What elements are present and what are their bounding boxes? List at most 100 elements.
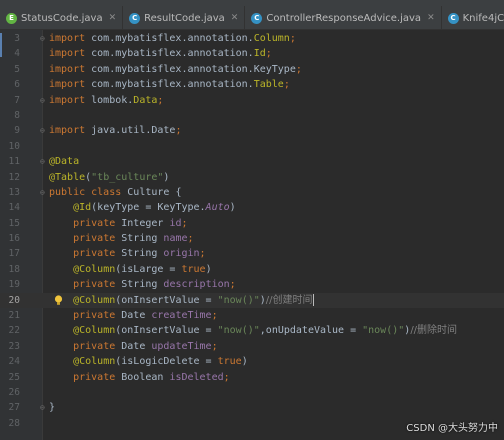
class-icon: C [129,12,141,24]
code-line[interactable]: 14 @Id(keyType = KeyType.Auto) [0,200,504,215]
code-line[interactable]: 12 @Table("tb_culture") [0,170,504,185]
line-number: 5 [14,63,20,75]
code-token: com.mybatisflex.annotation.KeyType [85,63,296,75]
code-text: @Table("tb_culture") [49,170,169,185]
class-icon: C [447,12,459,24]
code-token: //删除时间 [410,325,458,337]
line-number: 11 [8,156,20,168]
line-number: 3 [14,33,20,44]
code-line[interactable]: 7 ⊖ import lombok.Data; [0,93,504,108]
code-line[interactable]: 10 [0,139,504,154]
code-token: ; [229,279,236,291]
code-editor[interactable]: 3 ⊖ import com.mybatisflex.annotation.Colu… [0,31,504,431]
code-token: onUpdateValue = [265,325,363,337]
code-line[interactable]: 11 ⊖ @Data [0,154,504,169]
code-line[interactable]: 21 private Date createTime; [0,308,504,323]
tab-controllerresponseadvice[interactable]: C ControllerResponseAdvice.java ✕ [245,6,442,29]
code-token: ; [199,248,206,260]
code-line[interactable]: 17 private String origin; [0,246,504,261]
code-token: String [121,248,164,260]
code-line[interactable]: 23 private Date updateTime; [0,339,504,354]
close-icon[interactable]: ✕ [109,13,117,23]
line-number: 7 [14,94,20,106]
code-token: private [73,233,122,245]
code-line[interactable]: 4 import com.mybatisflex.annotation.Id; [0,46,504,61]
fold-icon[interactable]: ⊖ [40,31,45,46]
code-token: ; [211,310,218,322]
code-text: public class Culture { [49,185,181,200]
close-icon[interactable]: ✕ [231,13,239,23]
code-token: ; [181,217,188,229]
fold-icon[interactable]: ⊖ [40,400,45,415]
code-token: ) [205,263,212,275]
code-text: private String name; [49,231,193,246]
code-token: "tb_culture" [91,171,164,183]
tab-resultcode[interactable]: C ResultCode.java ✕ [123,6,246,29]
code-line[interactable]: 15 private Integer id; [0,216,504,231]
code-token: java.util.Date [85,125,176,137]
code-line[interactable]: 16 private String name; [0,231,504,246]
code-text: @Id(keyType = KeyType.Auto) [49,200,236,215]
code-line[interactable]: 3 ⊖ import com.mybatisflex.annotation.Colu… [0,31,504,46]
code-token: com.mybatisflex.annotation. [85,48,254,60]
code-text: @Column(isLarge = true) [49,262,212,277]
code-token: com.mybatisflex.annotation. [85,79,254,91]
line-number: 28 [8,417,20,429]
code-token: @Table [49,171,86,183]
code-token: true [217,356,242,368]
code-token: "now()" [217,325,260,337]
code-text: import com.mybatisflex.annotation.Column… [49,31,296,46]
fold-icon[interactable]: ⊖ [40,185,45,200]
line-number: 24 [8,356,20,368]
code-line[interactable]: 24 @Column(isLogicDelete = true) [0,354,504,369]
line-number: 20 [8,294,20,306]
code-token: id [169,217,182,229]
code-token: (isLarge = [115,263,182,275]
code-token: //创建时间 [265,294,313,306]
code-line[interactable]: 22 @Column(onInsertValue = "now()",onUpd… [0,323,504,338]
code-token: private [73,279,122,291]
code-line[interactable]: 18 @Column(isLarge = true) [0,262,504,277]
tab-label: StatusCode.java [21,12,103,24]
code-token: ; [295,63,302,75]
tab-statuscode[interactable]: E StatusCode.java ✕ [0,6,124,29]
fold-icon[interactable]: ⊖ [40,93,45,108]
code-line[interactable]: 8 [0,108,504,123]
tab-knife4jconfig[interactable]: C Knife4jConfig.java ✕ [442,6,504,29]
code-line[interactable]: 9 ⊖ import java.util.Date; [0,123,504,138]
code-token: lombok. [85,94,134,106]
fold-icon[interactable]: ⊖ [40,154,45,169]
code-line[interactable]: 19 private String description; [0,277,504,292]
code-token: Date [121,340,152,352]
code-token: import [49,63,86,75]
code-line[interactable]: 20 @Column(onInsertValue = "now()")//创建时… [0,292,504,309]
fold-icon[interactable]: ⊖ [40,123,45,138]
close-icon[interactable]: ✕ [427,13,435,23]
code-token: ; [211,340,218,352]
code-text: private Integer id; [49,216,188,231]
code-token: ) [241,356,248,368]
code-token: private [73,217,122,229]
code-token: import [49,79,86,91]
code-line[interactable]: 13 ⊖ public class Culture { [0,185,504,200]
code-token: Data [133,94,158,106]
code-line[interactable]: 26 [0,385,504,400]
line-number: 6 [14,79,20,91]
code-token: (keyType = KeyType. [91,202,206,214]
code-text: private Date createTime; [49,308,218,323]
code-token: ; [175,125,182,137]
code-token: private [73,340,122,352]
code-line[interactable]: 27 ⊖} [0,400,504,415]
code-line[interactable]: 6 import com.mybatisflex.annotation.Table… [0,77,504,92]
code-line[interactable]: 25 private Boolean isDeleted; [0,370,504,385]
editor-tab-bar: E StatusCode.java ✕ C ResultCode.java ✕ … [0,6,504,30]
code-line[interactable]: 5 import com.mybatisflex.annotation.KeyTy… [0,62,504,77]
code-token: private [73,248,122,260]
